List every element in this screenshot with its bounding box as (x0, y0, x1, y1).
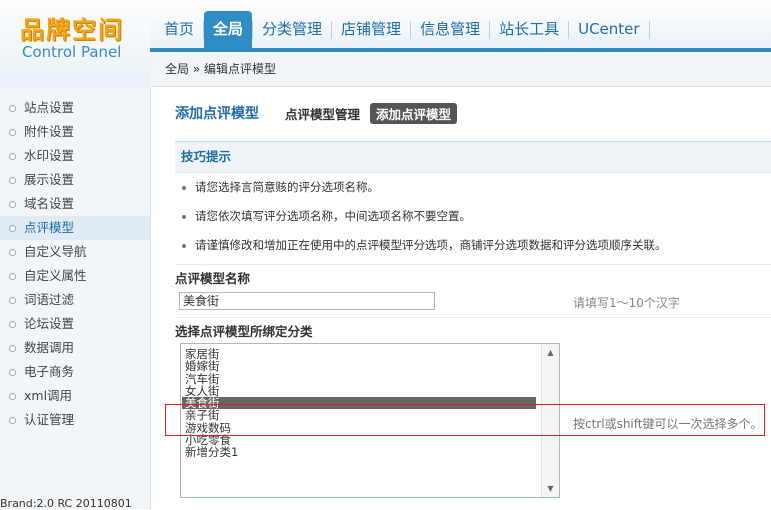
top-nav: 首页 全局 分类管理 店铺管理 信息管理 站长工具 UCenter (155, 11, 650, 48)
scroll-up-arrow-icon[interactable]: ▲ (542, 344, 559, 361)
sidebar-item-data-call[interactable]: 数据调用 (0, 336, 150, 360)
category-option[interactable]: 女人街 (182, 385, 536, 397)
sidebar-item-review-model[interactable]: 点评模型 (0, 216, 150, 240)
tips-list: 请您选择言简意赅的评分选项名称。 请您依次填写评分选项名称，中间选项名称不要空置… (175, 173, 771, 260)
category-select-label: 选择点评模型所绑定分类 (175, 324, 313, 339)
tip-item: 请您依次填写评分选项名称，中间选项名称不要空置。 (175, 202, 771, 231)
sidebar-item-custom-attributes[interactable]: 自定义属性 (0, 264, 150, 288)
sidebar-item-custom-nav[interactable]: 自定义导航 (0, 240, 150, 264)
category-option[interactable]: 婚嫁街 (182, 360, 536, 372)
nav-tab-tools[interactable]: 站长工具 (490, 11, 568, 48)
sidebar-item-word-filter[interactable]: 词语过滤 (0, 288, 150, 312)
review-model-manage-link[interactable]: 点评模型管理 (285, 104, 360, 123)
logo-title: 品牌空间 (20, 16, 124, 44)
sidebar-menu: 站点设置 附件设置 水印设置 展示设置 域名设置 点评模型 自定义导航 自定义属… (0, 88, 150, 432)
model-name-input[interactable]: 美食街 (179, 292, 435, 310)
sidebar-item-xml-call[interactable]: xml调用 (0, 384, 150, 408)
sidebar-item-display-settings[interactable]: 展示设置 (0, 168, 150, 192)
category-option[interactable]: 汽车街 (182, 373, 536, 385)
tip-item: 请谨慎修改和增加正在使用中的点评模型评分选项，商铺评分选项数据和评分选项顺序关联… (175, 231, 771, 260)
sidebar-item-site-settings[interactable]: 站点设置 (0, 96, 150, 120)
category-option[interactable]: 新增分类1 (182, 446, 536, 458)
tips-heading: 技巧提示 (175, 141, 771, 173)
nav-tab-global[interactable]: 全局 (204, 11, 253, 48)
logo: 品牌空间 Control Panel (0, 0, 150, 88)
nav-divider (648, 21, 650, 39)
tip-item: 请您选择言简意赅的评分选项名称。 (175, 173, 771, 202)
sidebar-item-auth-management[interactable]: 认证管理 (0, 408, 150, 432)
page-title: 添加点评模型 (175, 106, 259, 122)
sub-tabs: 添加点评模型 点评模型管理 添加点评模型 (175, 102, 458, 124)
breadcrumb: 全局 » 编辑点评模型 (150, 52, 771, 87)
nav-tab-ucenter[interactable]: UCenter (569, 11, 648, 48)
sidebar-item-attachment-settings[interactable]: 附件设置 (0, 120, 150, 144)
version-label: Brand:2.0 RC 20110801 (0, 497, 132, 510)
scroll-down-arrow-icon[interactable]: ▼ (542, 480, 559, 497)
model-name-label: 点评模型名称 (175, 271, 251, 286)
sidebar-item-watermark-settings[interactable]: 水印设置 (0, 144, 150, 168)
nav-tab-info[interactable]: 信息管理 (411, 11, 489, 48)
divider (175, 317, 771, 318)
nav-tab-shop[interactable]: 店铺管理 (332, 11, 410, 48)
divider (175, 264, 771, 265)
sidebar-item-domain-settings[interactable]: 域名设置 (0, 192, 150, 216)
nav-tab-home[interactable]: 首页 (155, 11, 203, 48)
tips-panel: 技巧提示 请您选择言简意赅的评分选项名称。 请您依次填写评分选项名称，中间选项名… (175, 141, 771, 260)
nav-tab-category[interactable]: 分类管理 (253, 11, 331, 48)
category-option[interactable]: 家居街 (182, 348, 536, 360)
sidebar-item-forum-settings[interactable]: 论坛设置 (0, 312, 150, 336)
logo-subtitle: Control Panel (22, 43, 122, 61)
model-name-hint: 请填写1～10个汉字 (573, 296, 680, 310)
add-review-model-button[interactable]: 添加点评模型 (370, 102, 458, 124)
highlight-annotation-box (165, 404, 765, 436)
sidebar: 站点设置 附件设置 水印设置 展示设置 域名设置 点评模型 自定义导航 自定义属… (0, 88, 151, 509)
sidebar-item-ecommerce[interactable]: 电子商务 (0, 360, 150, 384)
